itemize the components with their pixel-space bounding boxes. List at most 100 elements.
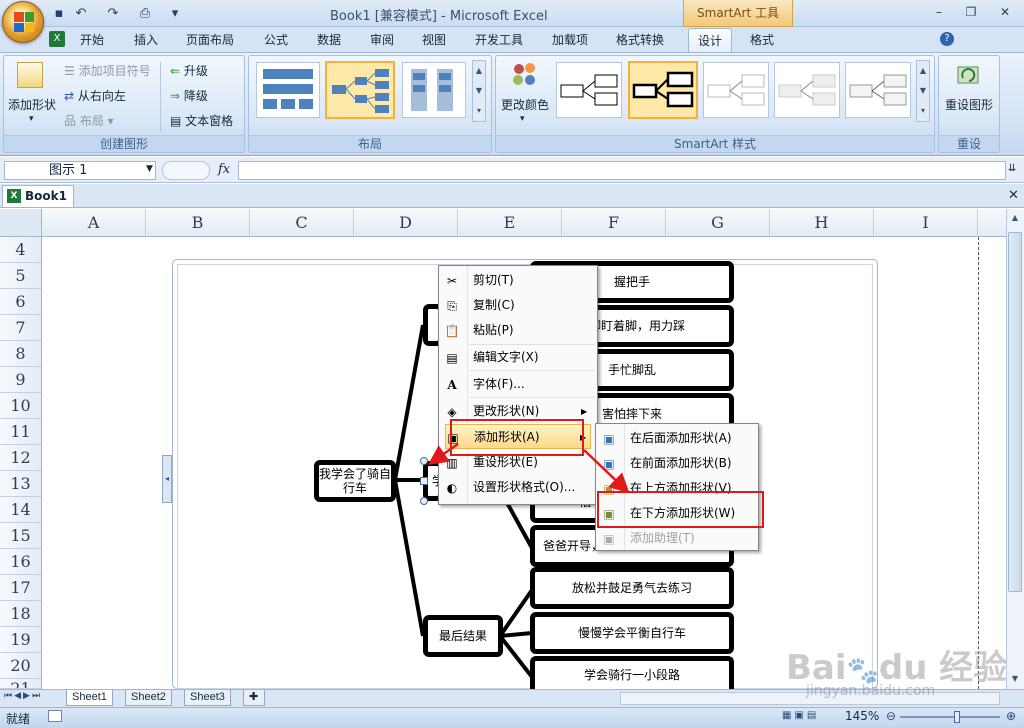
column-header[interactable]: C xyxy=(250,209,354,237)
change-colors-button[interactable]: 更改颜色 xyxy=(501,96,549,113)
right-to-left-button[interactable]: ⇄ 从右向左 xyxy=(64,87,126,104)
reset-graphic-button[interactable]: 重设图形 xyxy=(945,96,993,113)
column-header[interactable]: I xyxy=(874,209,978,237)
zoom-in-icon[interactable]: ⊕ xyxy=(1006,709,1016,723)
formula-input[interactable] xyxy=(238,161,1006,180)
view-buttons-icon[interactable]: ▦▣▤ xyxy=(782,710,834,724)
menu-item-add-after[interactable]: ▣ 在后面添加形状(A) xyxy=(596,426,758,451)
tab-design[interactable]: 设计 xyxy=(688,28,732,52)
menu-item-format-shape[interactable]: ◐ 设置形状格式(O)... xyxy=(439,475,597,500)
column-header[interactable]: B xyxy=(146,209,250,237)
row-header[interactable]: 13 xyxy=(0,471,42,497)
help-icon[interactable]: ? xyxy=(940,32,954,46)
layout-button[interactable]: 品 布局 ▾ xyxy=(64,112,114,129)
sheet-nav-icon[interactable]: ⏮◀▶⏭ xyxy=(4,691,42,701)
restore-button[interactable]: ❐ xyxy=(958,3,984,21)
row-header[interactable]: 17 xyxy=(0,575,42,601)
sheet-tab[interactable]: Sheet2 xyxy=(125,690,172,706)
row-header[interactable]: 4 xyxy=(0,237,42,263)
row-header[interactable]: 12 xyxy=(0,445,42,471)
menu-item-copy[interactable]: ⎘ 复制(C) xyxy=(439,293,597,318)
row-header[interactable]: 11 xyxy=(0,419,42,445)
tab-data[interactable]: 数据 xyxy=(311,28,347,52)
row-header[interactable]: 8 xyxy=(0,341,42,367)
tab-review[interactable]: 审阅 xyxy=(364,28,400,52)
smartart-root-node[interactable]: 我学会了骑自行车 xyxy=(314,460,396,502)
zoom-slider[interactable] xyxy=(900,716,1000,718)
gallery-scroll[interactable]: ▲ ▼ ▾ xyxy=(916,60,930,122)
row-header[interactable]: 20 xyxy=(0,653,42,679)
add-shape-button[interactable]: 添加形状 xyxy=(8,96,56,113)
column-header[interactable]: G xyxy=(666,209,770,237)
workbook-tab[interactable]: X Book1 xyxy=(2,185,74,207)
style-gallery-item-5[interactable] xyxy=(845,62,911,118)
menu-item-edit-text[interactable]: ▤ 编辑文字(X) xyxy=(439,345,597,370)
column-header[interactable]: D xyxy=(354,209,458,237)
text-pane-button[interactable]: ▤ 文本窗格 xyxy=(170,112,233,129)
menu-item-add-assistant[interactable]: ▣ 添加助理(T) xyxy=(596,526,758,551)
sheet-tab[interactable]: Sheet1 xyxy=(66,690,113,706)
column-header[interactable]: H xyxy=(770,209,874,237)
column-header[interactable]: F xyxy=(562,209,666,237)
close-button[interactable]: ✕ xyxy=(992,3,1018,21)
insert-function-icon[interactable]: fx xyxy=(218,162,230,177)
color-palette-icon[interactable] xyxy=(510,60,540,90)
scroll-thumb[interactable] xyxy=(1008,232,1022,592)
row-header[interactable]: 14 xyxy=(0,497,42,523)
row-header[interactable]: 7 xyxy=(0,315,42,341)
macro-record-icon[interactable] xyxy=(48,710,62,722)
gallery-scroll[interactable]: ▲ ▼ ▾ xyxy=(472,60,486,122)
smartart-leaf-node[interactable]: 学会骑行一小段路 xyxy=(530,656,734,689)
tab-insert[interactable]: 插入 xyxy=(128,28,164,52)
menu-item-add-before[interactable]: ▣ 在前面添加形状(B) xyxy=(596,451,758,476)
selection-handle[interactable] xyxy=(420,497,428,505)
column-header[interactable]: E xyxy=(458,209,562,237)
zoom-out-icon[interactable]: ⊖ xyxy=(886,709,896,723)
menu-item-paste[interactable]: 📋 粘贴(P) xyxy=(439,318,597,343)
smartart-leaf-node[interactable]: 慢慢学会平衡自行车 xyxy=(530,612,734,654)
layout-gallery-item-1[interactable] xyxy=(256,62,320,118)
style-gallery-item-1[interactable] xyxy=(556,62,622,118)
tab-format-convert[interactable]: 格式转换 xyxy=(610,28,670,52)
chevron-down-icon[interactable]: ▾ xyxy=(520,114,525,124)
add-bullet-button[interactable]: ☰ 添加项目符号 xyxy=(64,62,151,79)
promote-button[interactable]: ⇐ 升级 xyxy=(170,62,208,79)
zoom-slider-thumb[interactable] xyxy=(954,711,960,723)
qat-customize-icon[interactable]: ▾ xyxy=(166,5,184,23)
menu-item-cut[interactable]: ✂ 剪切(T) xyxy=(439,268,597,293)
sheet-tab[interactable]: Sheet3 xyxy=(184,690,231,706)
row-header[interactable]: 18 xyxy=(0,601,42,627)
row-header[interactable]: 10 xyxy=(0,393,42,419)
select-all-corner[interactable] xyxy=(0,209,42,237)
chevron-down-icon[interactable]: ▾ xyxy=(29,114,34,124)
style-gallery-item-selected[interactable] xyxy=(628,61,698,119)
row-header[interactable]: 15 xyxy=(0,523,42,549)
scroll-up-icon[interactable]: ▲ xyxy=(1008,211,1022,225)
tab-home[interactable]: 开始 xyxy=(74,28,110,52)
menu-item-font[interactable]: A 字体(F)... xyxy=(439,372,597,397)
redo-icon[interactable]: ↷ xyxy=(104,5,122,23)
row-header[interactable]: 21 xyxy=(0,679,42,689)
row-header[interactable]: 9 xyxy=(0,367,42,393)
undo-icon[interactable]: ↶ xyxy=(72,5,90,23)
row-header[interactable]: 19 xyxy=(0,627,42,653)
tab-developer[interactable]: 开发工具 xyxy=(469,28,529,52)
style-gallery-item-4[interactable] xyxy=(774,62,840,118)
zoom-level[interactable]: 145% xyxy=(845,709,879,723)
column-header[interactable]: A xyxy=(42,209,146,237)
minimize-button[interactable]: – xyxy=(926,3,952,21)
print-preview-icon[interactable]: ⎙ xyxy=(136,5,154,23)
insert-sheet-icon[interactable]: ✚ xyxy=(243,690,265,706)
layout-gallery-item-3[interactable] xyxy=(402,62,466,118)
name-box[interactable]: 图示 1 xyxy=(4,161,156,180)
expand-formula-icon[interactable]: ⇊ xyxy=(1008,163,1016,174)
row-header[interactable]: 6 xyxy=(0,289,42,315)
scroll-down-icon[interactable]: ▼ xyxy=(1008,672,1022,686)
tab-formulas[interactable]: 公式 xyxy=(258,28,294,52)
row-header[interactable]: 5 xyxy=(0,263,42,289)
save-icon[interactable]: ▪ xyxy=(50,5,68,23)
style-gallery-item-3[interactable] xyxy=(703,62,769,118)
close-workbook-icon[interactable]: ✕ xyxy=(1008,188,1019,203)
smartart-node-result[interactable]: 最后结果 xyxy=(423,615,503,657)
tab-view[interactable]: 视图 xyxy=(416,28,452,52)
